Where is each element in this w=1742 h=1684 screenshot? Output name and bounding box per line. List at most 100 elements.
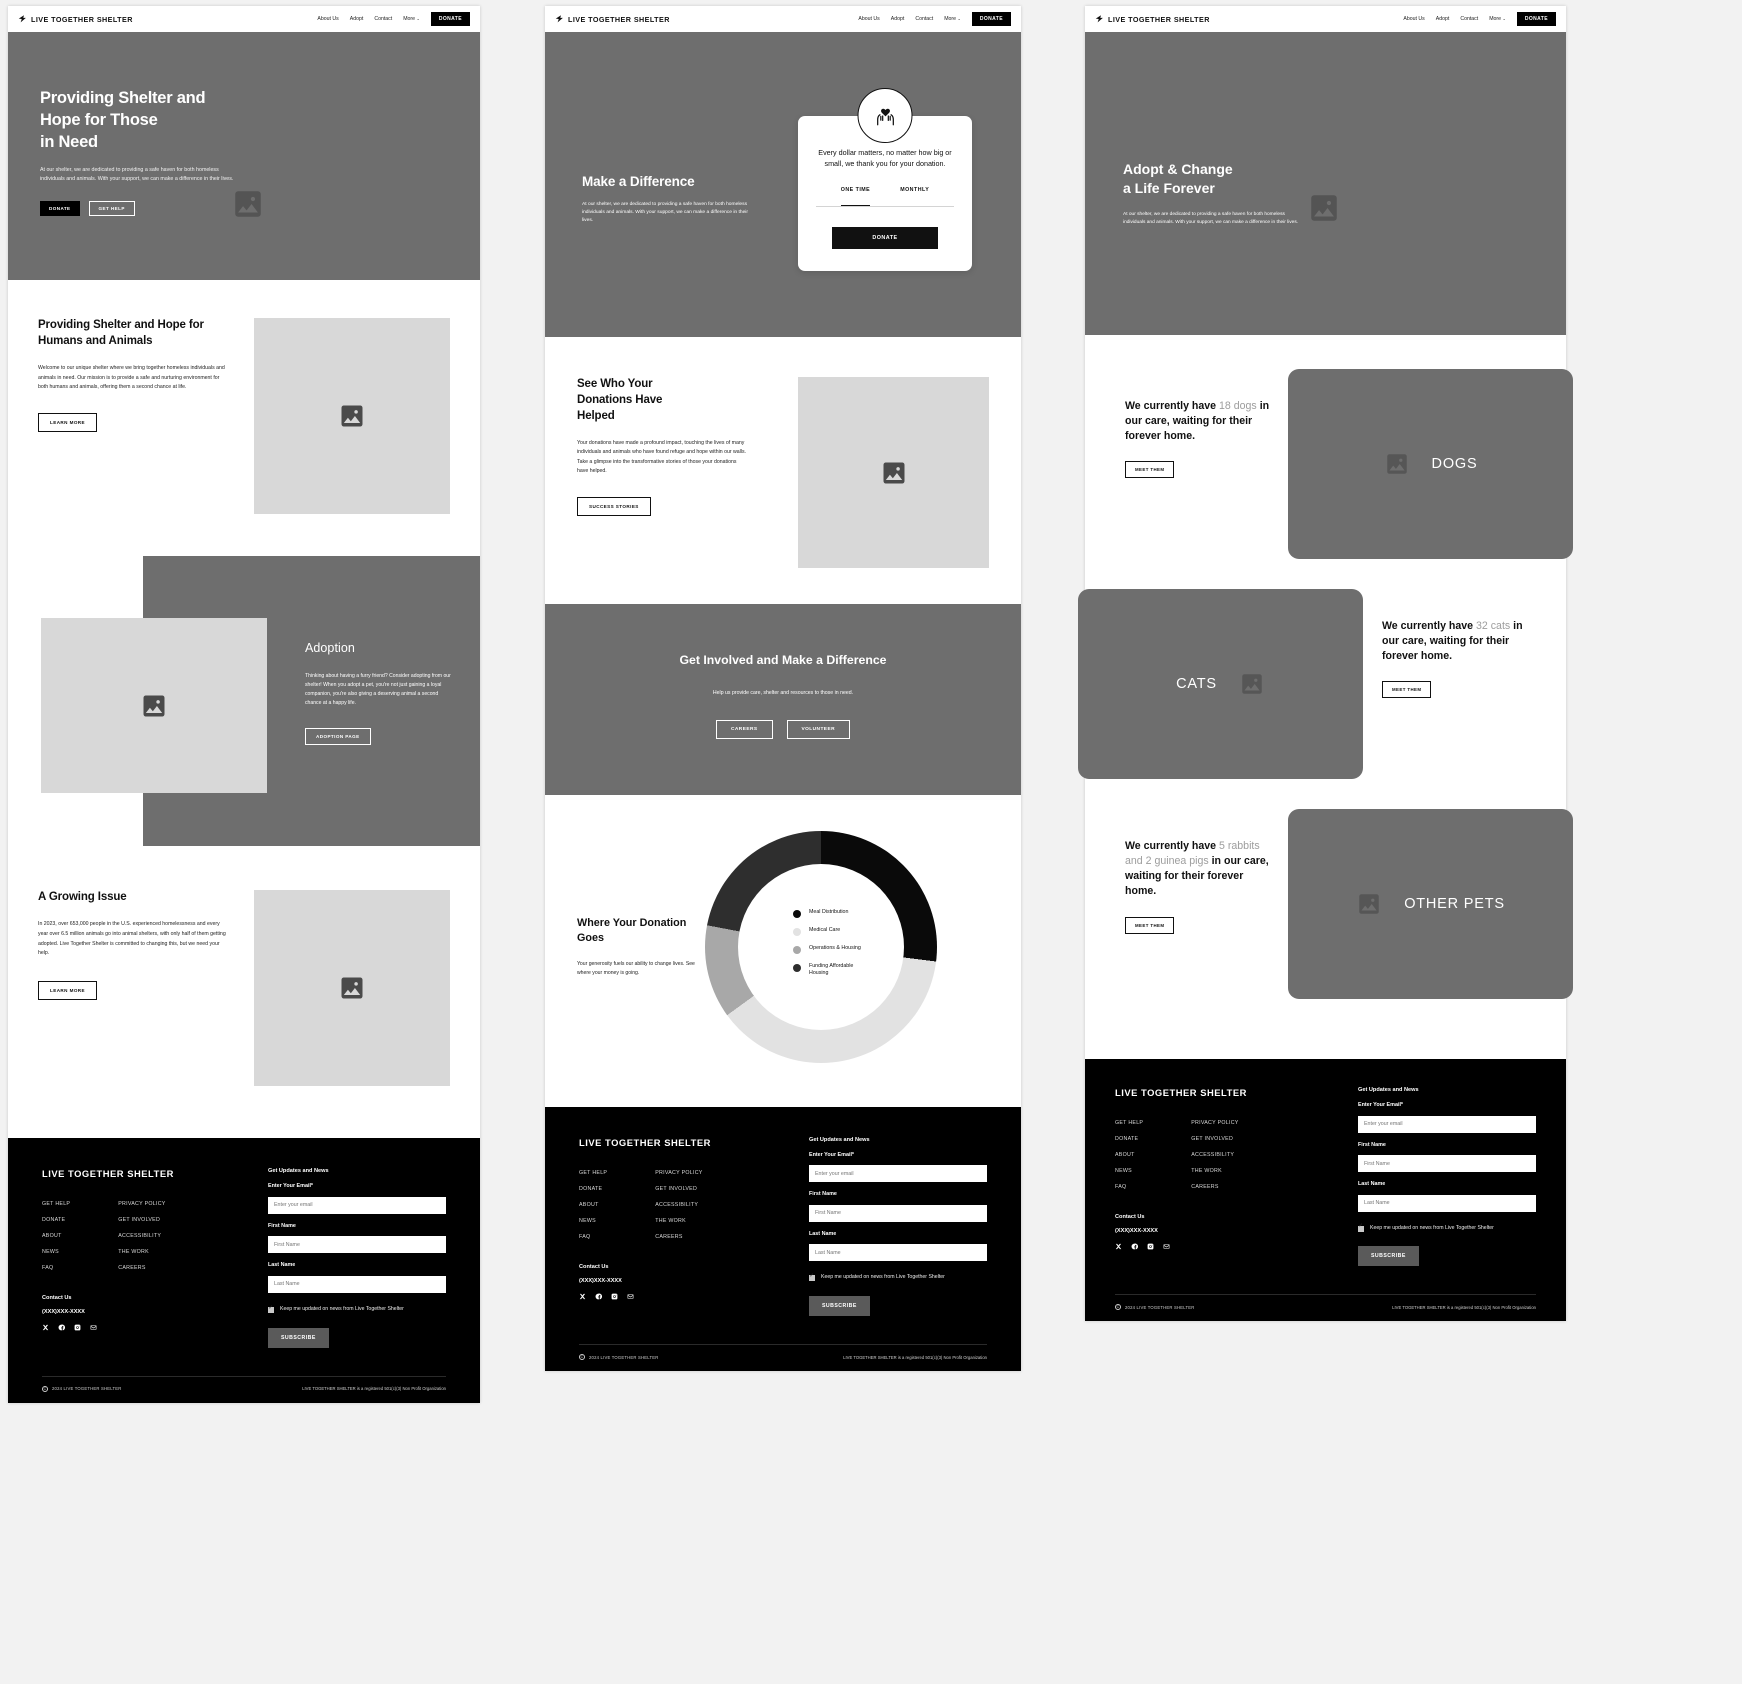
instagram-icon[interactable] bbox=[1147, 1243, 1154, 1250]
intro-learn-more-button[interactable]: LEARN MORE bbox=[38, 413, 98, 433]
footer-link-news[interactable]: NEWS bbox=[579, 1218, 607, 1224]
footer-brand: LIVE TOGETHER SHELTER bbox=[42, 1168, 174, 1180]
careers-button[interactable]: CAREERS bbox=[716, 719, 773, 739]
footer-link-faq[interactable]: FAQ bbox=[42, 1265, 70, 1271]
footer-link-accessibility[interactable]: ACCESSIBILITY bbox=[1191, 1152, 1238, 1158]
footer-link-careers[interactable]: CAREERS bbox=[118, 1265, 165, 1271]
subscribe-button[interactable]: SUBSCRIBE bbox=[268, 1327, 329, 1348]
nav-link-about[interactable]: About Us bbox=[317, 16, 338, 22]
subscribe-button[interactable]: SUBSCRIBE bbox=[1358, 1246, 1419, 1267]
email-icon[interactable] bbox=[1163, 1243, 1170, 1250]
footer-link-get-help[interactable]: GET HELP bbox=[1115, 1120, 1143, 1126]
nav-donate-button[interactable]: DONATE bbox=[1516, 12, 1556, 26]
footer-link-about[interactable]: ABOUT bbox=[579, 1202, 607, 1208]
pet-listings: DOGS We currently have 18 dogs in our ca… bbox=[1078, 335, 1573, 1059]
footer-link-privacy[interactable]: PRIVACY POLICY bbox=[655, 1170, 702, 1176]
footer-link-faq[interactable]: FAQ bbox=[1115, 1184, 1143, 1190]
pet-card-dogs[interactable]: DOGS bbox=[1288, 369, 1573, 559]
email-input[interactable] bbox=[1358, 1115, 1536, 1133]
facebook-icon[interactable] bbox=[1131, 1243, 1138, 1250]
nav-link-contact[interactable]: Contact bbox=[374, 16, 392, 22]
meet-them-button-other[interactable]: MEET THEM bbox=[1125, 916, 1175, 934]
adoption-page-button[interactable]: ADOPTION PAGE bbox=[305, 728, 371, 746]
meet-them-button-dogs[interactable]: MEET THEM bbox=[1125, 461, 1175, 479]
nav-donate-button[interactable]: DONATE bbox=[971, 12, 1011, 26]
last-name-input[interactable] bbox=[268, 1275, 446, 1293]
facebook-icon[interactable] bbox=[595, 1293, 602, 1300]
email-input[interactable] bbox=[268, 1196, 446, 1214]
nav-link-adopt[interactable]: Adopt bbox=[1436, 16, 1450, 22]
pet-card-cats[interactable]: CATS bbox=[1078, 589, 1363, 779]
footer-link-the-work[interactable]: THE WORK bbox=[655, 1218, 702, 1224]
pet-image-placeholder bbox=[1239, 671, 1265, 697]
footer-link-about[interactable]: ABOUT bbox=[1115, 1152, 1143, 1158]
tab-monthly[interactable]: MONTHLY bbox=[900, 187, 929, 199]
footer-link-the-work[interactable]: THE WORK bbox=[1191, 1168, 1238, 1174]
tab-one-time[interactable]: ONE TIME bbox=[840, 187, 871, 207]
footer-link-get-help[interactable]: GET HELP bbox=[579, 1170, 607, 1176]
subscribe-button[interactable]: SUBSCRIBE bbox=[809, 1296, 870, 1317]
last-name-input[interactable] bbox=[1358, 1194, 1536, 1212]
nav-link-more[interactable]: More ⌄ bbox=[944, 16, 961, 22]
brand-logo[interactable]: LIVE TOGETHER SHELTER bbox=[555, 14, 670, 24]
footer-links-col2: PRIVACY POLICY GET INVOLVED ACCESSIBILIT… bbox=[655, 1170, 702, 1240]
footer-link-about[interactable]: ABOUT bbox=[42, 1233, 70, 1239]
footer-link-get-involved[interactable]: GET INVOLVED bbox=[655, 1186, 702, 1192]
footer-link-accessibility[interactable]: ACCESSIBILITY bbox=[118, 1233, 165, 1239]
first-name-input[interactable] bbox=[268, 1236, 446, 1254]
footer-link-careers[interactable]: CAREERS bbox=[655, 1234, 702, 1240]
email-icon[interactable] bbox=[90, 1324, 97, 1331]
footer-link-faq[interactable]: FAQ bbox=[579, 1234, 607, 1240]
brand-logo[interactable]: LIVE TOGETHER SHELTER bbox=[1095, 14, 1210, 24]
meet-them-button-cats[interactable]: MEET THEM bbox=[1382, 681, 1432, 699]
newsletter-checkbox[interactable] bbox=[268, 1306, 274, 1313]
footer-link-donate[interactable]: DONATE bbox=[579, 1186, 607, 1192]
hero-gethelp-button[interactable]: GET HELP bbox=[88, 201, 135, 217]
footer-link-privacy[interactable]: PRIVACY POLICY bbox=[118, 1201, 165, 1207]
donation-donate-button[interactable]: DONATE bbox=[832, 226, 938, 249]
footer-phone: (XXX)XXX-XXXX bbox=[42, 1309, 85, 1316]
newsletter-checkbox[interactable] bbox=[809, 1274, 815, 1282]
instagram-icon[interactable] bbox=[74, 1324, 81, 1331]
footer-link-accessibility[interactable]: ACCESSIBILITY bbox=[655, 1202, 702, 1208]
nav-link-about[interactable]: About Us bbox=[858, 16, 879, 22]
volunteer-button[interactable]: VOLUNTEER bbox=[786, 719, 850, 739]
footer-link-get-involved[interactable]: GET INVOLVED bbox=[118, 1217, 165, 1223]
newsletter-form: Get Updates and News Enter Your Email* F… bbox=[268, 1168, 446, 1348]
newsletter-checkbox[interactable] bbox=[1358, 1224, 1364, 1232]
first-name-input[interactable] bbox=[1358, 1155, 1536, 1172]
success-stories-button[interactable]: SUCCESS STORIES bbox=[577, 497, 651, 517]
nav-link-more[interactable]: More ⌄ bbox=[1489, 16, 1506, 22]
footer-link-get-help[interactable]: GET HELP bbox=[42, 1201, 70, 1207]
email-input[interactable] bbox=[809, 1165, 987, 1183]
x-icon[interactable] bbox=[42, 1324, 49, 1331]
nav-donate-button[interactable]: DONATE bbox=[430, 12, 470, 26]
footer-link-donate[interactable]: DONATE bbox=[1115, 1136, 1143, 1142]
nav-link-about[interactable]: About Us bbox=[1403, 16, 1424, 22]
nav-link-adopt[interactable]: Adopt bbox=[891, 16, 905, 22]
facebook-icon[interactable] bbox=[58, 1324, 65, 1331]
footer-link-privacy[interactable]: PRIVACY POLICY bbox=[1191, 1120, 1238, 1126]
first-name-input[interactable] bbox=[809, 1204, 987, 1222]
nav-link-contact[interactable]: Contact bbox=[915, 16, 933, 22]
footer-link-news[interactable]: NEWS bbox=[42, 1249, 70, 1255]
footer-link-get-involved[interactable]: GET INVOLVED bbox=[1191, 1136, 1238, 1142]
footer-link-donate[interactable]: DONATE bbox=[42, 1217, 70, 1223]
hero-donate-button[interactable]: DONATE bbox=[40, 201, 80, 217]
email-icon[interactable] bbox=[627, 1293, 634, 1300]
newsletter-title: Get Updates and News bbox=[809, 1136, 870, 1143]
nav-link-more[interactable]: More ⌄ bbox=[403, 16, 420, 22]
x-icon[interactable] bbox=[579, 1293, 586, 1300]
last-name-input[interactable] bbox=[809, 1244, 987, 1262]
footer-link-news[interactable]: NEWS bbox=[1115, 1168, 1143, 1174]
pet-card-other[interactable]: OTHER PETS bbox=[1288, 809, 1573, 999]
nav-link-contact[interactable]: Contact bbox=[1460, 16, 1478, 22]
nav-link-adopt[interactable]: Adopt bbox=[350, 16, 364, 22]
instagram-icon[interactable] bbox=[611, 1293, 618, 1300]
heart-in-hands-icon bbox=[857, 88, 913, 143]
growing-issue-learn-more-button[interactable]: LEARN MORE bbox=[38, 980, 98, 1000]
footer-link-careers[interactable]: CAREERS bbox=[1191, 1184, 1238, 1190]
footer-link-the-work[interactable]: THE WORK bbox=[118, 1249, 165, 1255]
brand-logo[interactable]: LIVE TOGETHER SHELTER bbox=[18, 14, 133, 24]
x-icon[interactable] bbox=[1115, 1243, 1122, 1250]
